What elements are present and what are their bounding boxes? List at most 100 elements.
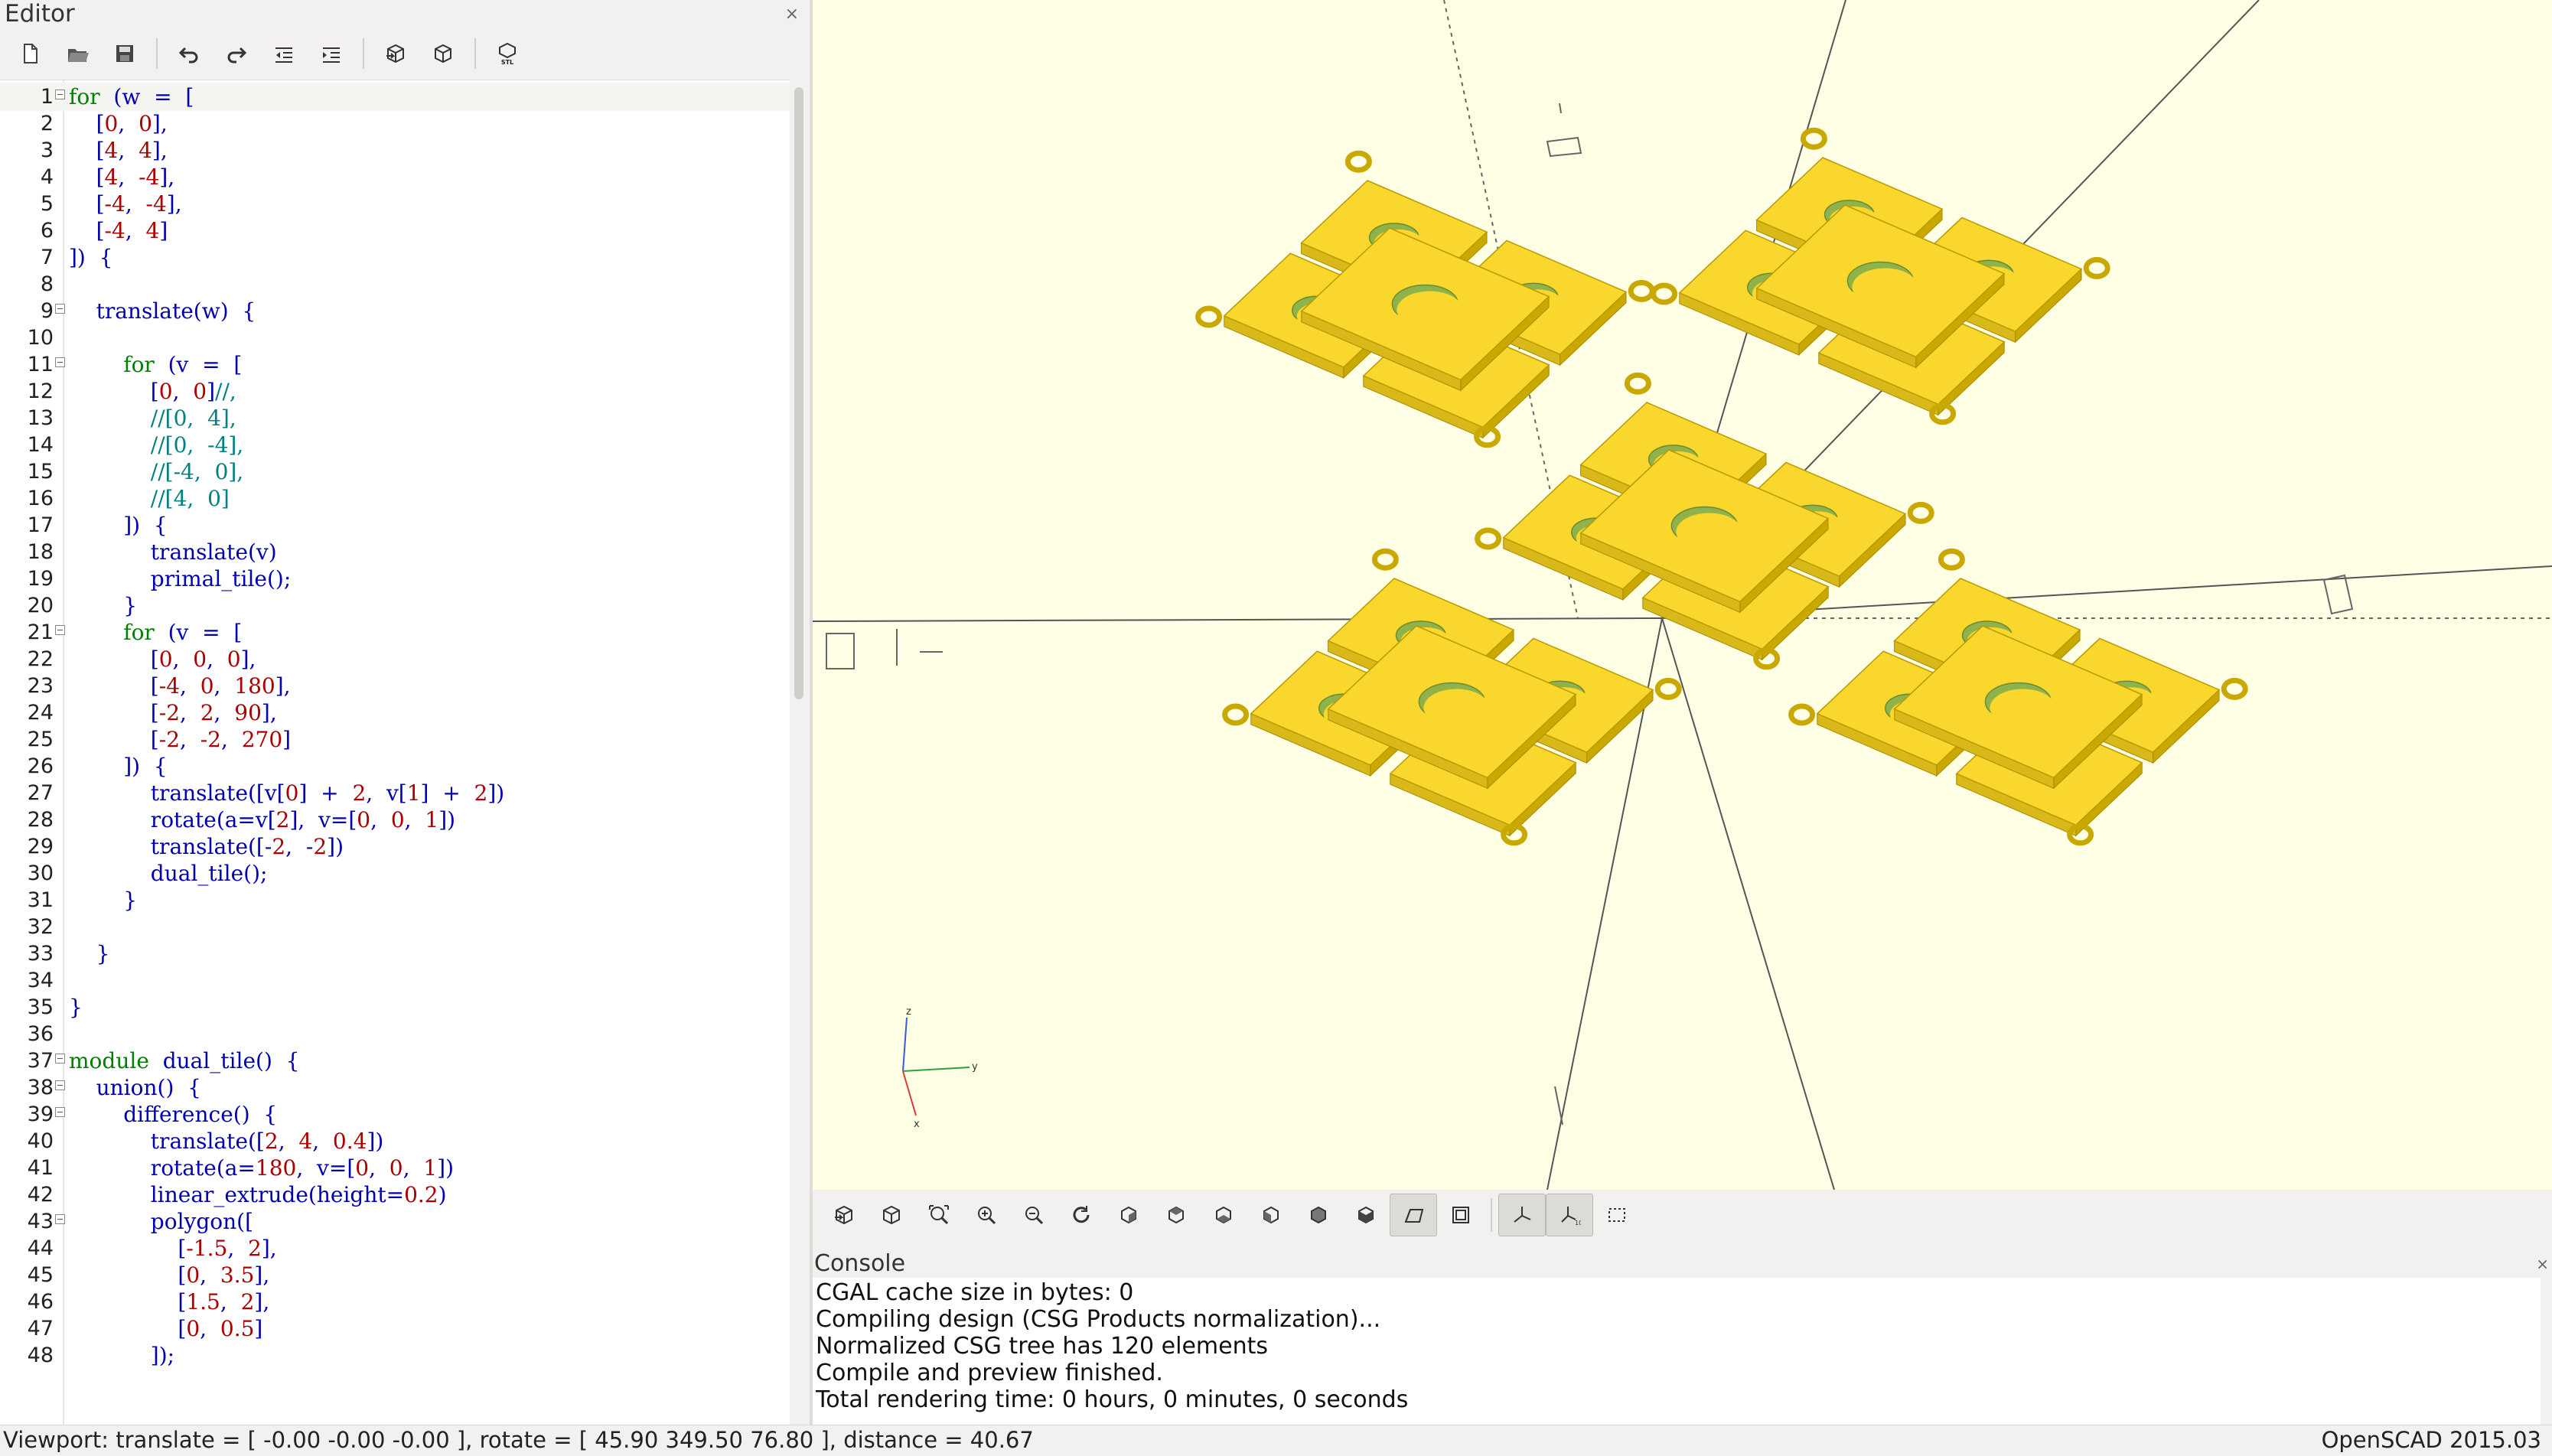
editor-scrollbar-thumb[interactable] <box>794 87 803 699</box>
code-line[interactable]: 38 union() { <box>0 1073 790 1102</box>
code-line[interactable]: 20 } <box>0 591 790 620</box>
fold-toggle-icon[interactable] <box>55 357 65 367</box>
editor-scrollbar[interactable] <box>790 80 810 1425</box>
fold-toggle-icon[interactable] <box>55 1080 65 1090</box>
code-line[interactable]: 6 [-4, 4] <box>0 217 790 245</box>
code-line[interactable]: 42 linear_extrude(height=0.2) <box>0 1181 790 1209</box>
code-line[interactable]: 12 [0, 0]//, <box>0 377 790 406</box>
fold-toggle-icon[interactable] <box>55 90 65 99</box>
export-stl-button[interactable]: STL <box>484 34 531 73</box>
orthogonal-button[interactable] <box>1437 1194 1485 1236</box>
code-line[interactable]: 13 //[0, 4], <box>0 404 790 432</box>
line-number: 16 <box>27 487 54 510</box>
new-file-button[interactable] <box>6 34 54 73</box>
code-line[interactable]: 23 [-4, 0, 180], <box>0 672 790 700</box>
fold-toggle-icon[interactable] <box>55 304 65 314</box>
code-line[interactable]: 26 ]) { <box>0 752 790 780</box>
fold-toggle-icon[interactable] <box>55 1107 65 1117</box>
code-line[interactable]: 46 [1.5, 2], <box>0 1288 790 1316</box>
code-line[interactable]: 47 [0, 0.5] <box>0 1314 790 1343</box>
code-line[interactable]: 1 for (w = [ <box>0 83 790 111</box>
code-text: [-1.5, 2], <box>69 1236 277 1261</box>
code-line[interactable]: 7]) { <box>0 243 790 272</box>
view-top-button[interactable] <box>1152 1194 1200 1236</box>
code-line[interactable]: 22 [0, 0, 0], <box>0 645 790 673</box>
code-line[interactable]: 8 <box>0 270 790 298</box>
editor-panel: Editor × STL 1 for (w = [2 [0, 0], 3 [4, 4… <box>0 0 810 1425</box>
code-line[interactable]: 30 dual_tile(); <box>0 859 790 888</box>
view-left-button[interactable] <box>1247 1194 1295 1236</box>
line-number: 12 <box>27 379 54 403</box>
code-line[interactable]: 37 module dual_tile() { <box>0 1047 790 1075</box>
code-line[interactable]: 10 <box>0 324 790 352</box>
code-line[interactable]: 29 translate([-2, -2]) <box>0 832 790 861</box>
code-line[interactable]: 25 [-2, -2, 270] <box>0 725 790 754</box>
console-scrollbar[interactable] <box>2541 1278 2552 1425</box>
line-number: 19 <box>27 567 54 591</box>
fold-toggle-icon[interactable] <box>55 1214 65 1224</box>
code-line[interactable]: 4 [4, -4], <box>0 163 790 191</box>
code-line[interactable]: 36 <box>0 1020 790 1048</box>
fold-toggle-icon[interactable] <box>55 625 65 635</box>
code-line[interactable]: 3 [4, 4], <box>0 136 790 164</box>
code-line[interactable]: 17 ]) { <box>0 511 790 539</box>
code-editor[interactable]: 1 for (w = [2 [0, 0], 3 [4, 4], 4 [4, -4], 5… <box>0 80 790 1425</box>
code-line[interactable]: 18 translate(v) <box>0 538 790 566</box>
line-number: 21 <box>27 621 54 644</box>
code-line[interactable]: 48 ]); <box>0 1341 790 1370</box>
code-line[interactable]: 27 translate([v[0] + 2, v[1] + 2]) <box>0 779 790 807</box>
console-close-button[interactable]: × <box>2536 1255 2549 1273</box>
indent-button[interactable] <box>308 34 355 73</box>
render-button[interactable] <box>868 1194 915 1236</box>
code-line[interactable]: 21 for (v = [ <box>0 618 790 647</box>
zoom-out-button[interactable] <box>1010 1194 1058 1236</box>
3d-viewport[interactable]: z y x <box>813 0 2552 1190</box>
code-line[interactable]: 5 [-4, -4], <box>0 190 790 218</box>
code-text: //[-4, 0], <box>69 459 244 484</box>
zoom-in-button[interactable] <box>963 1194 1010 1236</box>
perspective-button[interactable] <box>1390 1194 1437 1236</box>
undo-button[interactable] <box>165 34 213 73</box>
view-front-button[interactable] <box>1295 1194 1342 1236</box>
code-line[interactable]: 28 rotate(a=v[2], v=[0, 0, 1]) <box>0 806 790 834</box>
code-text: translate([v[0] + 2, v[1] + 2]) <box>69 780 505 806</box>
code-line[interactable]: 35} <box>0 993 790 1021</box>
view-back-button[interactable] <box>1342 1194 1390 1236</box>
render-button[interactable] <box>419 34 467 73</box>
code-line[interactable]: 39 difference() { <box>0 1100 790 1129</box>
code-line[interactable]: 34 <box>0 966 790 995</box>
code-line[interactable]: 43 polygon([ <box>0 1207 790 1236</box>
code-line[interactable]: 16 //[4, 0] <box>0 484 790 513</box>
code-line[interactable]: 32 <box>0 913 790 941</box>
code-line[interactable]: 2 [0, 0], <box>0 109 790 138</box>
code-line[interactable]: 40 translate([2, 4, 0.4]) <box>0 1127 790 1155</box>
code-line[interactable]: 33 } <box>0 940 790 968</box>
show-axes-button[interactable] <box>1498 1194 1546 1236</box>
code-line[interactable]: 11 for (v = [ <box>0 350 790 379</box>
editor-close-button[interactable]: × <box>785 5 799 24</box>
save-file-button[interactable] <box>101 34 148 73</box>
show-edges-button[interactable] <box>1593 1194 1641 1236</box>
code-line[interactable]: 24 [-2, 2, 90], <box>0 699 790 727</box>
code-line[interactable]: 14 //[0, -4], <box>0 431 790 459</box>
fold-toggle-icon[interactable] <box>55 1054 65 1063</box>
open-file-button[interactable] <box>54 34 101 73</box>
preview-button[interactable] <box>372 34 419 73</box>
console-output[interactable]: CGAL cache size in bytes: 0 Compiling des… <box>813 1278 2542 1425</box>
redo-button[interactable] <box>213 34 260 73</box>
reset-view-button[interactable] <box>1058 1194 1105 1236</box>
code-line[interactable]: 44 [-1.5, 2], <box>0 1234 790 1262</box>
code-line[interactable]: 9 translate(w) { <box>0 297 790 325</box>
code-line[interactable]: 15 //[-4, 0], <box>0 458 790 486</box>
code-line[interactable]: 31 } <box>0 886 790 914</box>
preview-button[interactable] <box>820 1194 868 1236</box>
view-right-button[interactable] <box>1105 1194 1152 1236</box>
show-scale-markers-button[interactable]: 10 <box>1546 1194 1593 1236</box>
line-number: 47 <box>27 1317 54 1340</box>
code-line[interactable]: 19 primal_tile(); <box>0 565 790 593</box>
unindent-button[interactable] <box>260 34 308 73</box>
view-all-button[interactable] <box>915 1194 963 1236</box>
view-bottom-button[interactable] <box>1200 1194 1247 1236</box>
code-line[interactable]: 41 rotate(a=180, v=[0, 0, 1]) <box>0 1154 790 1182</box>
code-line[interactable]: 45 [0, 3.5], <box>0 1261 790 1289</box>
